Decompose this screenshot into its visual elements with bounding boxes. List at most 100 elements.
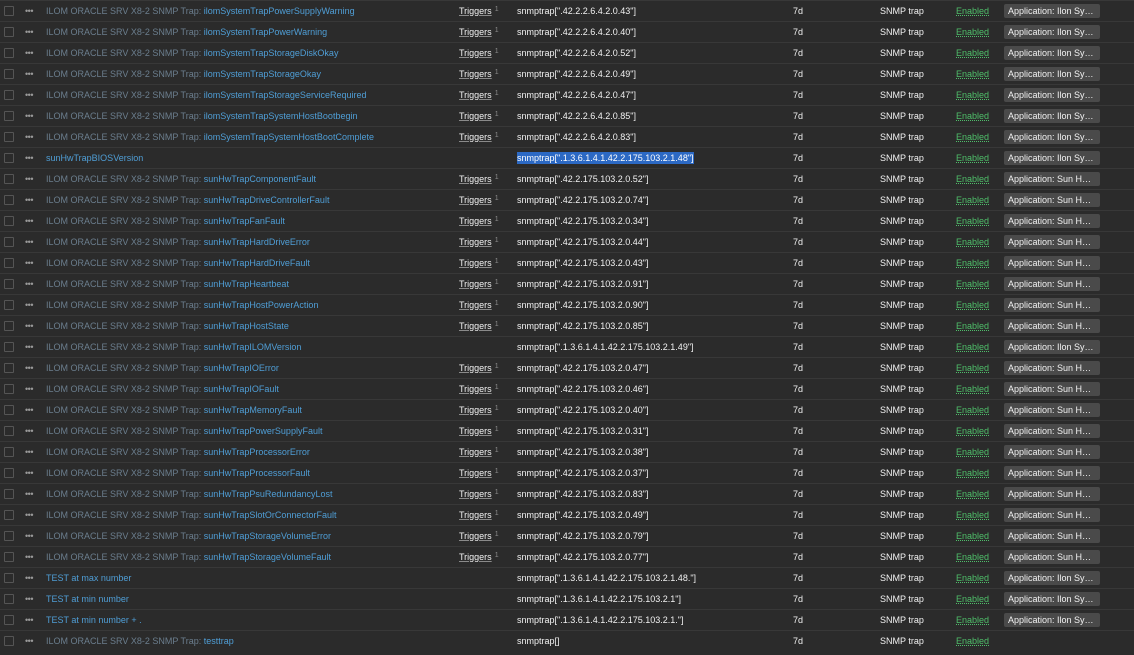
tag-badge[interactable]: Application: Sun HW T...: [1004, 298, 1100, 312]
status-toggle[interactable]: Enabled: [956, 379, 996, 399]
item-name-link[interactable]: sunHwTrapBIOSVersion: [46, 153, 143, 163]
tag-badge[interactable]: Application: Sun HW T...: [1004, 403, 1100, 417]
more-dots-icon[interactable]: •••: [22, 127, 36, 147]
item-name-link[interactable]: sunHwTrapIOFault: [204, 384, 279, 394]
item-name-link[interactable]: ilomSystemTrapStorageDiskOkay: [204, 48, 339, 58]
status-toggle[interactable]: Enabled: [956, 568, 996, 588]
row-checkbox[interactable]: [4, 174, 14, 184]
triggers-link[interactable]: Triggers: [459, 447, 492, 457]
triggers-link[interactable]: Triggers: [459, 6, 492, 16]
more-dots-icon[interactable]: •••: [22, 589, 36, 609]
more-dots-icon[interactable]: •••: [22, 421, 36, 441]
status-toggle[interactable]: Enabled: [956, 337, 996, 357]
triggers-link[interactable]: Triggers: [459, 279, 492, 289]
template-link[interactable]: ILOM ORACLE SRV X8-2 SNMP Trap:: [46, 531, 204, 541]
more-dots-icon[interactable]: •••: [22, 484, 36, 504]
triggers-link[interactable]: Triggers: [459, 405, 492, 415]
triggers-link[interactable]: Triggers: [459, 48, 492, 58]
template-link[interactable]: ILOM ORACLE SRV X8-2 SNMP Trap:: [46, 237, 204, 247]
more-dots-icon[interactable]: •••: [22, 631, 36, 651]
item-name-link[interactable]: ilomSystemTrapSystemHostBootbegin: [204, 111, 358, 121]
status-toggle[interactable]: Enabled: [956, 547, 996, 567]
item-name-link[interactable]: sunHwTrapHardDriveError: [204, 237, 310, 247]
item-name-link[interactable]: ilomSystemTrapSystemHostBootComplete: [204, 132, 374, 142]
more-dots-icon[interactable]: •••: [22, 64, 36, 84]
item-name-link[interactable]: TEST at min number + .: [46, 615, 142, 625]
row-checkbox[interactable]: [4, 90, 14, 100]
status-toggle[interactable]: Enabled: [956, 211, 996, 231]
row-checkbox[interactable]: [4, 48, 14, 58]
status-toggle[interactable]: Enabled: [956, 610, 996, 630]
more-dots-icon[interactable]: •••: [22, 379, 36, 399]
template-link[interactable]: ILOM ORACLE SRV X8-2 SNMP Trap:: [46, 489, 204, 499]
row-checkbox[interactable]: [4, 153, 14, 163]
more-dots-icon[interactable]: •••: [22, 169, 36, 189]
item-name-link[interactable]: sunHwTrapHostState: [204, 321, 289, 331]
more-dots-icon[interactable]: •••: [22, 274, 36, 294]
tag-badge[interactable]: Application: Sun HW T...: [1004, 382, 1100, 396]
more-dots-icon[interactable]: •••: [22, 358, 36, 378]
more-dots-icon[interactable]: •••: [22, 190, 36, 210]
triggers-link[interactable]: Triggers: [459, 174, 492, 184]
tag-badge[interactable]: Application: Ilon Syste...: [1004, 88, 1100, 102]
tag-badge[interactable]: Application: Sun HW T...: [1004, 508, 1100, 522]
row-checkbox[interactable]: [4, 27, 14, 37]
more-dots-icon[interactable]: •••: [22, 337, 36, 357]
more-dots-icon[interactable]: •••: [22, 505, 36, 525]
item-name-link[interactable]: sunHwTrapIOError: [204, 363, 279, 373]
row-checkbox[interactable]: [4, 132, 14, 142]
more-dots-icon[interactable]: •••: [22, 22, 36, 42]
triggers-link[interactable]: Triggers: [459, 384, 492, 394]
status-toggle[interactable]: Enabled: [956, 631, 996, 651]
template-link[interactable]: ILOM ORACLE SRV X8-2 SNMP Trap:: [46, 300, 204, 310]
row-checkbox[interactable]: [4, 6, 14, 16]
more-dots-icon[interactable]: •••: [22, 211, 36, 231]
more-dots-icon[interactable]: •••: [22, 295, 36, 315]
status-toggle[interactable]: Enabled: [956, 169, 996, 189]
tag-badge[interactable]: Application: Sun HW T...: [1004, 235, 1100, 249]
template-link[interactable]: ILOM ORACLE SRV X8-2 SNMP Trap:: [46, 552, 204, 562]
status-toggle[interactable]: Enabled: [956, 64, 996, 84]
tag-badge[interactable]: Application: Ilon Syste...: [1004, 67, 1100, 81]
item-name-link[interactable]: sunHwTrapComponentFault: [204, 174, 316, 184]
item-name-link[interactable]: sunHwTrapProcessorFault: [204, 468, 310, 478]
tag-badge[interactable]: Application: Sun HW T...: [1004, 529, 1100, 543]
status-toggle[interactable]: Enabled: [956, 43, 996, 63]
item-name-link[interactable]: sunHwTrapPowerSupplyFault: [204, 426, 323, 436]
more-dots-icon[interactable]: •••: [22, 232, 36, 252]
row-checkbox[interactable]: [4, 69, 14, 79]
template-link[interactable]: ILOM ORACLE SRV X8-2 SNMP Trap:: [46, 279, 204, 289]
template-link[interactable]: ILOM ORACLE SRV X8-2 SNMP Trap:: [46, 111, 204, 121]
more-dots-icon[interactable]: •••: [22, 526, 36, 546]
template-link[interactable]: ILOM ORACLE SRV X8-2 SNMP Trap:: [46, 447, 204, 457]
tag-badge[interactable]: Application: Ilon Syste...: [1004, 571, 1100, 585]
status-toggle[interactable]: Enabled: [956, 85, 996, 105]
item-name-link[interactable]: sunHwTrapStorageVolumeFault: [204, 552, 331, 562]
triggers-link[interactable]: Triggers: [459, 321, 492, 331]
status-toggle[interactable]: Enabled: [956, 22, 996, 42]
triggers-link[interactable]: Triggers: [459, 216, 492, 226]
more-dots-icon[interactable]: •••: [22, 1, 36, 21]
triggers-link[interactable]: Triggers: [459, 510, 492, 520]
item-name-link[interactable]: sunHwTrapPsuRedundancyLost: [204, 489, 333, 499]
tag-badge[interactable]: Application: Ilon Syste...: [1004, 151, 1100, 165]
status-toggle[interactable]: Enabled: [956, 484, 996, 504]
item-name-link[interactable]: sunHwTrapDriveControllerFault: [204, 195, 330, 205]
row-checkbox[interactable]: [4, 468, 14, 478]
row-checkbox[interactable]: [4, 426, 14, 436]
tag-badge[interactable]: Application: Sun HW T...: [1004, 193, 1100, 207]
tag-badge[interactable]: Application: Ilon Syste...: [1004, 25, 1100, 39]
item-name-link[interactable]: sunHwTrapProcessorError: [204, 447, 310, 457]
more-dots-icon[interactable]: •••: [22, 253, 36, 273]
template-link[interactable]: ILOM ORACLE SRV X8-2 SNMP Trap:: [46, 384, 204, 394]
template-link[interactable]: ILOM ORACLE SRV X8-2 SNMP Trap:: [46, 216, 204, 226]
triggers-link[interactable]: Triggers: [459, 426, 492, 436]
triggers-link[interactable]: Triggers: [459, 195, 492, 205]
tag-badge[interactable]: Application: Sun HW T...: [1004, 361, 1100, 375]
tag-badge[interactable]: Application: Ilon Syste...: [1004, 340, 1100, 354]
item-name-link[interactable]: sunHwTrapSlotOrConnectorFault: [204, 510, 337, 520]
row-checkbox[interactable]: [4, 216, 14, 226]
row-checkbox[interactable]: [4, 300, 14, 310]
row-checkbox[interactable]: [4, 447, 14, 457]
item-name-link[interactable]: sunHwTrapMemoryFault: [204, 405, 302, 415]
